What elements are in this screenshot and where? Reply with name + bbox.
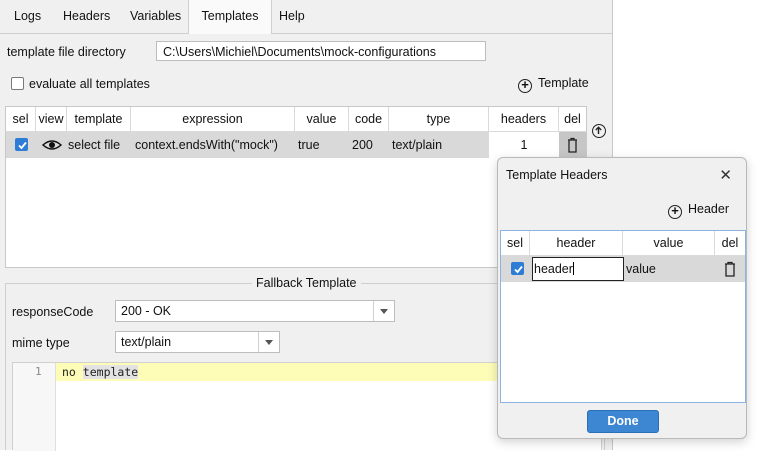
row-headers-cell[interactable]: 1 xyxy=(489,132,559,158)
column-header-sel[interactable]: sel xyxy=(501,231,530,255)
evaluate-all-label: evaluate all templates xyxy=(29,77,150,91)
header-name-value: header xyxy=(534,262,573,276)
column-header-expression[interactable]: expression xyxy=(131,107,295,131)
headers-table: sel header value del header value xyxy=(500,230,746,403)
text-caret xyxy=(572,262,574,275)
column-header-code[interactable]: code xyxy=(349,107,389,131)
fallback-template-title: Fallback Template xyxy=(252,276,361,290)
row-select-checkbox[interactable] xyxy=(15,138,28,151)
code-line[interactable]: no template xyxy=(62,365,139,379)
column-header-template[interactable]: template xyxy=(67,107,131,131)
chevron-down-icon[interactable] xyxy=(373,301,394,321)
eye-icon[interactable] xyxy=(41,132,64,158)
column-header-del[interactable]: del xyxy=(559,107,586,131)
arrow-up-circle-icon[interactable] xyxy=(592,124,606,138)
column-header-value[interactable]: value xyxy=(295,107,349,131)
column-header-type[interactable]: type xyxy=(389,107,489,131)
trash-icon[interactable] xyxy=(715,256,745,282)
column-header-view[interactable]: view xyxy=(36,107,67,131)
code-token-highlighted: template xyxy=(82,365,139,379)
done-button[interactable]: Done xyxy=(587,410,659,433)
plus-circle-icon: + xyxy=(668,204,682,219)
header-name-input[interactable]: header xyxy=(532,257,624,281)
dialog-title: Template Headers xyxy=(506,168,608,182)
template-headers-dialog: Template Headers ✕ + Header sel header va… xyxy=(497,157,747,439)
response-code-value: 200 - OK xyxy=(121,304,172,318)
add-header-button[interactable]: + Header xyxy=(668,202,729,219)
code-token: no xyxy=(62,365,76,379)
tab-bar: Logs Headers Variables Templates Help xyxy=(0,0,612,34)
row-expression-cell[interactable]: context.endsWith("mock") xyxy=(135,132,295,158)
evaluate-all-checkbox[interactable] xyxy=(11,77,24,90)
table-row[interactable]: header value xyxy=(501,256,745,282)
column-header-value[interactable]: value xyxy=(623,231,715,255)
close-icon[interactable]: ✕ xyxy=(719,166,732,184)
add-template-button[interactable]: + Template xyxy=(518,76,589,93)
tab-variables[interactable]: Variables xyxy=(128,0,183,33)
mime-type-label: mime type xyxy=(12,336,70,350)
line-number: 1 xyxy=(35,365,42,378)
row-code-cell[interactable]: 200 xyxy=(352,132,388,158)
mime-type-value: text/plain xyxy=(121,335,172,349)
column-header-sel[interactable]: sel xyxy=(6,107,36,131)
add-header-label: Header xyxy=(688,202,729,216)
template-dir-input[interactable]: C:\Users\Michiel\Documents\mock-configur… xyxy=(156,41,486,61)
row-value-cell[interactable]: true xyxy=(298,132,348,158)
tab-help[interactable]: Help xyxy=(277,0,307,33)
response-code-select[interactable]: 200 - OK xyxy=(115,300,395,322)
column-header-del[interactable]: del xyxy=(715,231,745,255)
tab-logs[interactable]: Logs xyxy=(12,0,43,33)
table-row[interactable]: select file context.endsWith("mock") tru… xyxy=(6,132,586,158)
header-value-cell[interactable]: value xyxy=(626,256,714,282)
mime-type-select[interactable]: text/plain xyxy=(115,331,280,353)
chevron-down-icon[interactable] xyxy=(258,332,279,352)
column-header-header[interactable]: header xyxy=(530,231,623,255)
trash-icon[interactable] xyxy=(559,132,586,158)
row-template-cell[interactable]: select file xyxy=(68,132,131,158)
add-template-label: Template xyxy=(538,76,589,90)
row-type-cell[interactable]: text/plain xyxy=(392,132,488,158)
template-dir-label: template file directory xyxy=(7,45,126,59)
row-select-checkbox[interactable] xyxy=(511,262,524,275)
plus-circle-icon: + xyxy=(518,78,532,93)
response-code-label: responseCode xyxy=(12,305,94,319)
tab-templates[interactable]: Templates xyxy=(188,0,272,34)
tab-headers[interactable]: Headers xyxy=(61,0,112,33)
column-header-headers[interactable]: headers xyxy=(489,107,559,131)
